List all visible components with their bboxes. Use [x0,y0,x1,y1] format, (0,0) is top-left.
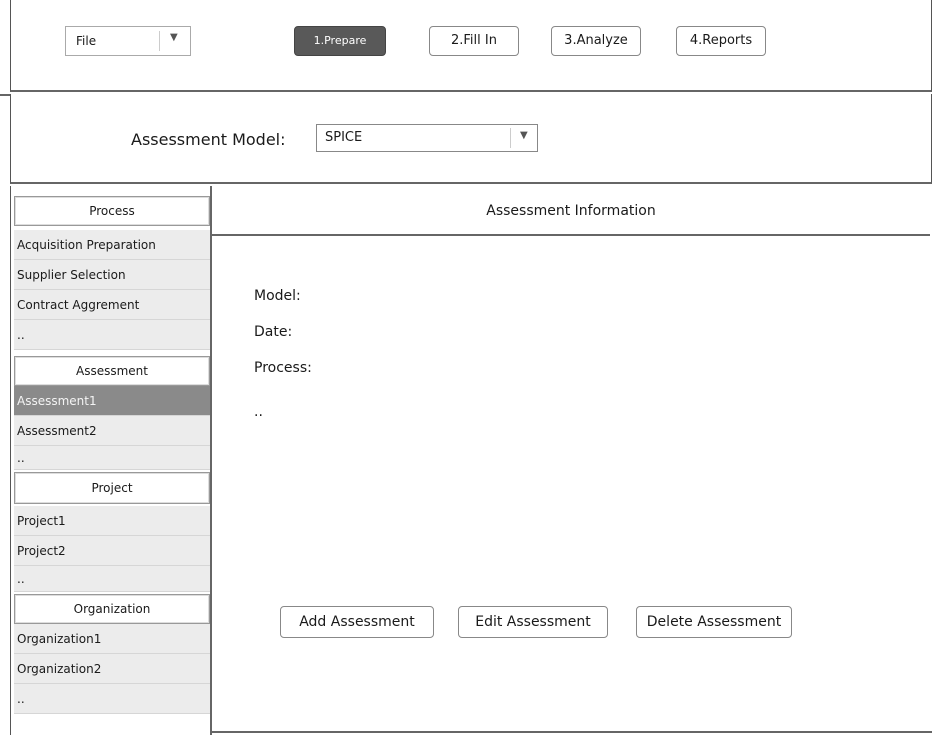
step-prepare-button[interactable]: 1.Prepare [294,26,386,56]
sidebar-item-assessment-more[interactable]: .. [14,446,210,470]
assessment-header[interactable]: Assessment [14,356,210,386]
process-field-label: Process: [254,360,312,376]
sidebar-item-assessment2[interactable]: Assessment2 [14,416,210,446]
process-header[interactable]: Process [14,196,210,226]
sidebar-item-organization2[interactable]: Organization2 [14,654,210,684]
dropdown-separator [510,128,511,148]
top-toolbar: File ▼ 1.Prepare 2.Fill In 3.Analyze 4.R… [10,0,932,92]
sidebar-item-supplier-selection[interactable]: Supplier Selection [14,260,210,290]
assessment-model-row: Assessment Model: SPICE ▼ [10,94,932,184]
sidebar-item-project-more[interactable]: .. [14,566,210,592]
edit-assessment-button[interactable]: Edit Assessment [458,606,608,638]
file-dropdown-value: File [76,34,97,48]
divider [0,94,10,96]
sidebar-item-organization1[interactable]: Organization1 [14,624,210,654]
divider [212,731,932,733]
sidebar-item-organization-more[interactable]: .. [14,684,210,714]
dropdown-separator [159,31,160,51]
sidebar-item-project1[interactable]: Project1 [14,506,210,536]
assessment-model-dropdown[interactable]: SPICE ▼ [316,124,538,152]
chevron-down-icon[interactable]: ▼ [520,130,528,141]
chevron-down-icon[interactable]: ▼ [170,32,178,43]
more-fields-ellipsis: .. [254,404,263,420]
sidebar-item-assessment1[interactable]: Assessment1 [14,386,210,416]
model-field-label: Model: [254,288,301,304]
panel-title: Assessment Information [212,186,930,236]
project-header[interactable]: Project [14,472,210,504]
assessment-model-label: Assessment Model: [131,130,286,149]
assessment-info-panel: Assessment Information Model: Date: Proc… [212,186,932,735]
sidebar-item-process-more[interactable]: .. [14,320,210,350]
file-dropdown[interactable]: File ▼ [65,26,191,56]
add-assessment-button[interactable]: Add Assessment [280,606,434,638]
delete-assessment-button[interactable]: Delete Assessment [636,606,792,638]
step-reports-button[interactable]: 4.Reports [676,26,766,56]
sidebar-item-contract-agreement[interactable]: Contract Aggrement [14,290,210,320]
date-field-label: Date: [254,324,293,340]
sidebar-item-project2[interactable]: Project2 [14,536,210,566]
sidebar-item-acquisition-preparation[interactable]: Acquisition Preparation [14,230,210,260]
organization-header[interactable]: Organization [14,594,210,624]
sidebar: Process Acquisition Preparation Supplier… [10,186,212,735]
assessment-model-value: SPICE [325,130,363,145]
step-fill-in-button[interactable]: 2.Fill In [429,26,519,56]
step-analyze-button[interactable]: 3.Analyze [551,26,641,56]
